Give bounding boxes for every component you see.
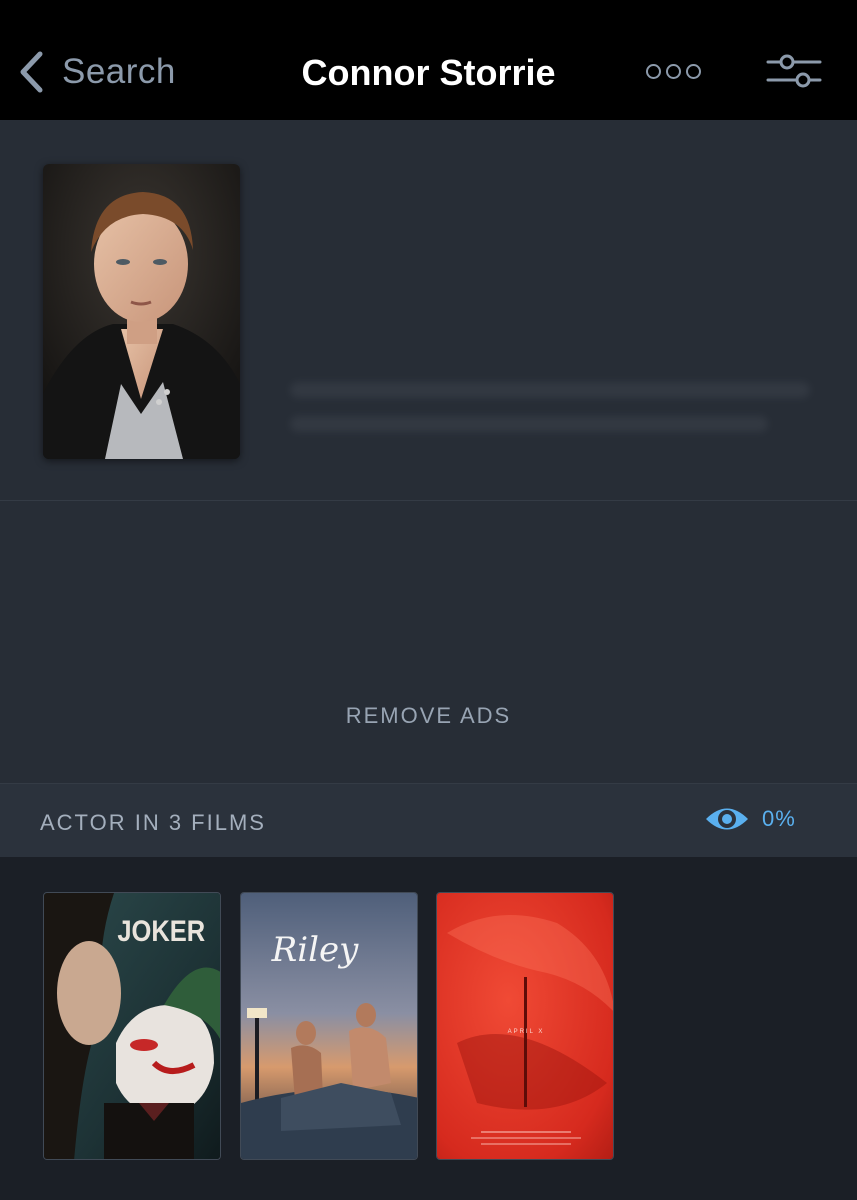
page-title: Connor Storrie (301, 52, 556, 93)
watched-percentage: 0% (762, 806, 796, 831)
film-poster-joker[interactable]: JOKER (43, 892, 221, 1160)
ellipsis-icon (686, 64, 701, 79)
ellipsis-icon (646, 64, 661, 79)
poster-title-text: APRIL X (508, 1029, 545, 1035)
eye-icon (706, 808, 748, 830)
poster-title-text: Riley (271, 930, 359, 970)
film-poster-riley[interactable]: Riley (240, 892, 418, 1160)
filmography-title: ACTOR IN 3 FILMS (40, 810, 266, 835)
watched-progress-toggle[interactable]: 0% (704, 804, 796, 834)
remove-ads-button[interactable]: REMOVE ADS (0, 703, 857, 729)
ellipsis-icon (666, 64, 681, 79)
poster-title-text: JOKER (117, 914, 205, 947)
film-poster-april-x[interactable]: APRIL X (436, 892, 614, 1160)
top-navigation-bar: Search Connor Storrie (0, 0, 857, 120)
actor-portrait[interactable] (43, 164, 240, 459)
filter-button[interactable] (766, 54, 822, 95)
sliders-icon (766, 54, 822, 88)
blurred-bio-text (290, 382, 810, 452)
more-options-button[interactable] (646, 64, 701, 79)
ad-banner-area (0, 501, 857, 783)
